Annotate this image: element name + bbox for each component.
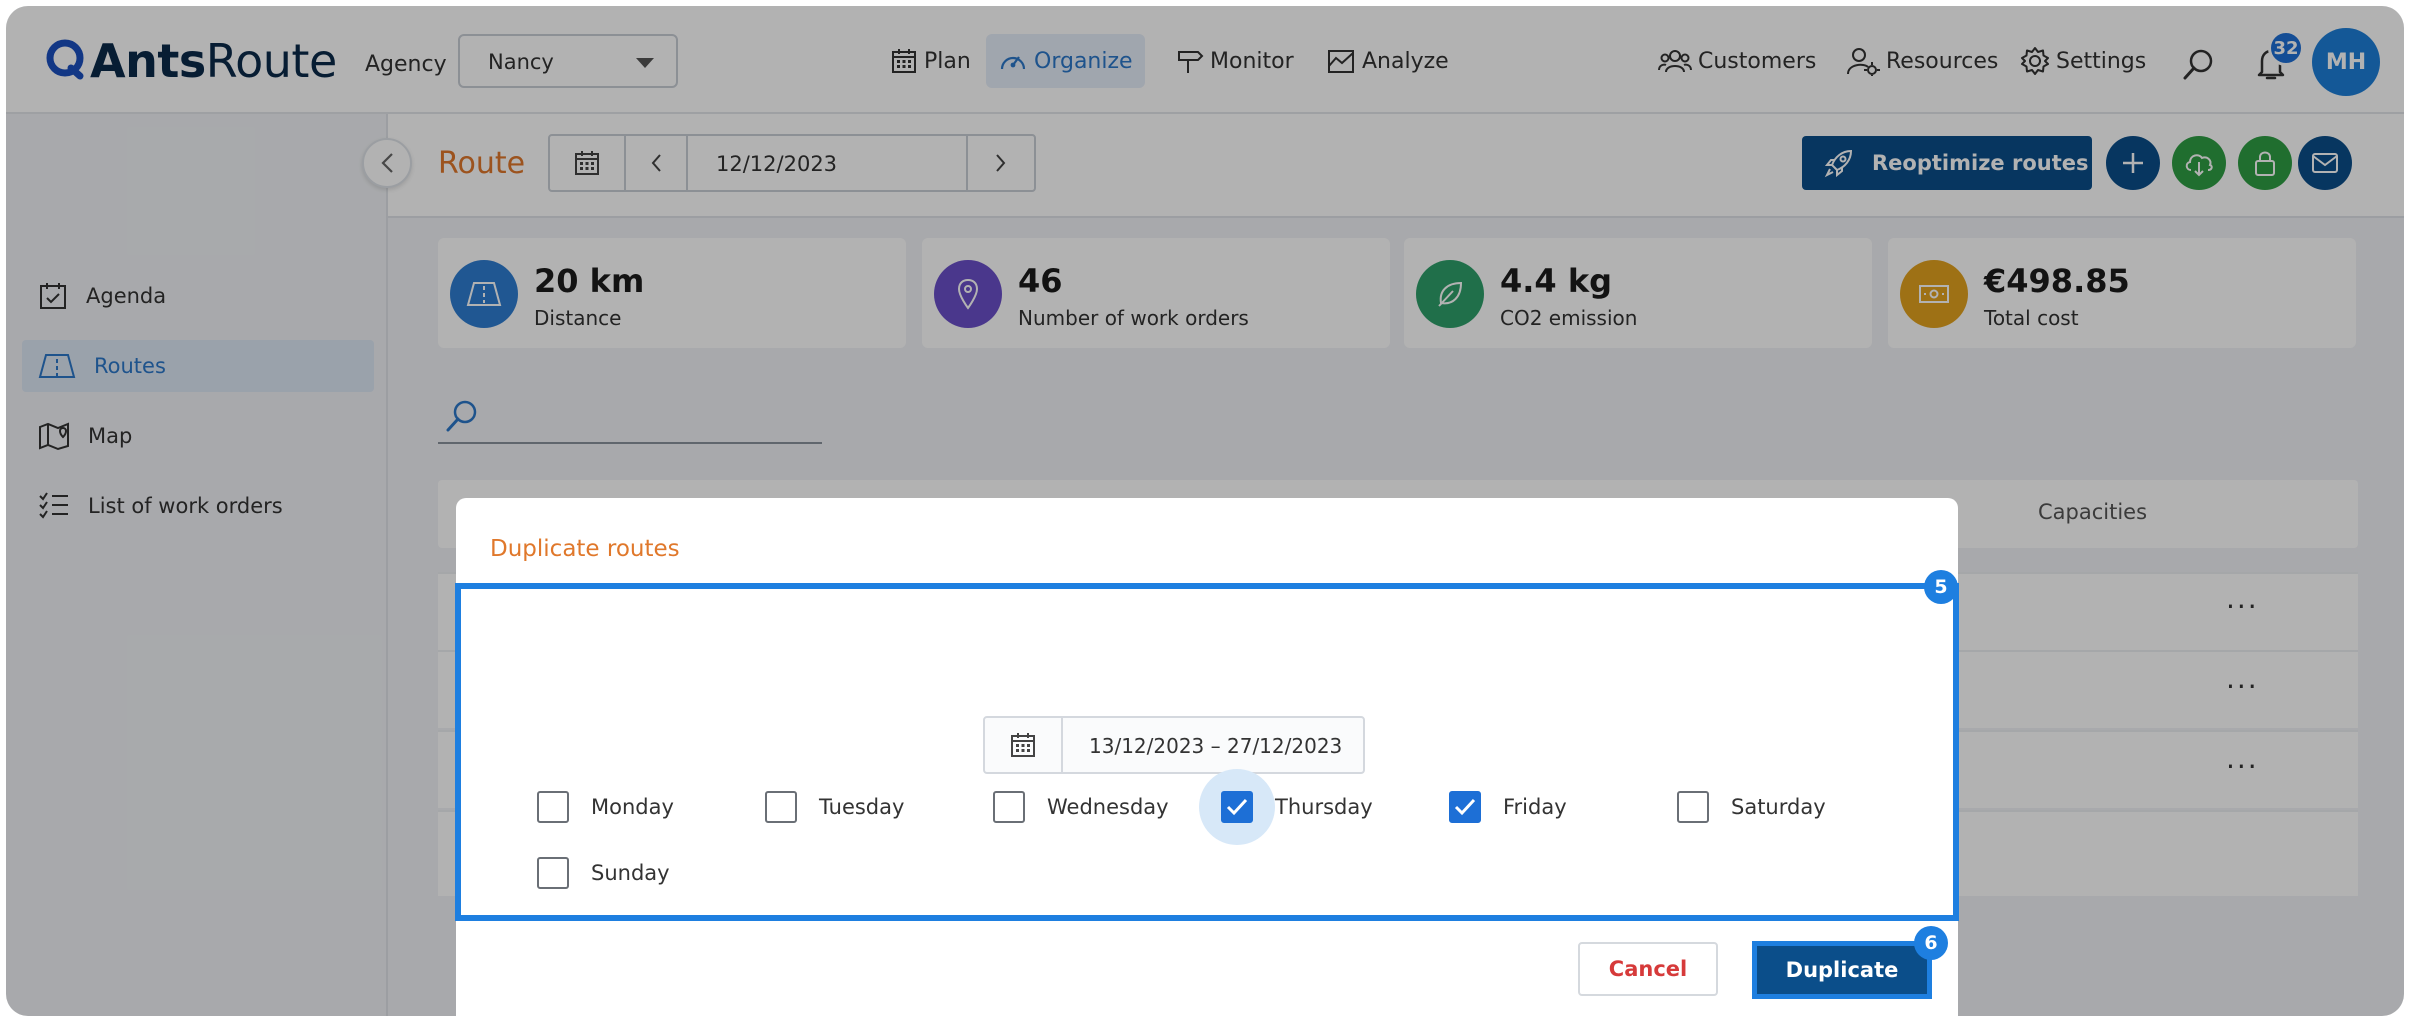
day-label: Friday bbox=[1503, 795, 1567, 819]
step-badge-5: 5 bbox=[1924, 570, 1958, 604]
checkbox[interactable] bbox=[1449, 791, 1481, 823]
day-checkbox-monday[interactable]: Monday bbox=[537, 785, 674, 829]
checkbox[interactable] bbox=[537, 791, 569, 823]
step-badge-6: 6 bbox=[1914, 926, 1948, 960]
duplicate-button-highlight: Duplicate bbox=[1752, 941, 1932, 999]
checkbox[interactable] bbox=[1221, 791, 1253, 823]
check-icon bbox=[1226, 798, 1248, 816]
day-checkbox-thursday[interactable]: Thursday bbox=[1199, 769, 1373, 845]
day-checkbox-tuesday[interactable]: Tuesday bbox=[765, 785, 904, 829]
duplicate-button[interactable]: Duplicate bbox=[1757, 946, 1927, 994]
dialog-title: Duplicate routes bbox=[490, 536, 680, 562]
day-checkbox-sunday[interactable]: Sunday bbox=[537, 851, 670, 895]
day-checkbox-wednesday[interactable]: Wednesday bbox=[993, 785, 1169, 829]
check-icon bbox=[1454, 798, 1476, 816]
day-checkbox-saturday[interactable]: Saturday bbox=[1677, 785, 1826, 829]
duplicate-options-panel: 13/12/2023 – 27/12/2023 Monday Tuesday W… bbox=[455, 583, 1959, 921]
duplicate-routes-dialog: Duplicate routes 13/12/2023 – 27/12/2023… bbox=[455, 498, 1959, 1016]
checkbox[interactable] bbox=[993, 791, 1025, 823]
day-label: Tuesday bbox=[819, 795, 905, 819]
day-checkbox-friday[interactable]: Friday bbox=[1449, 785, 1567, 829]
checkbox[interactable] bbox=[1677, 791, 1709, 823]
checkbox[interactable] bbox=[537, 857, 569, 889]
checkbox[interactable] bbox=[765, 791, 797, 823]
day-label: Thursday bbox=[1275, 795, 1373, 819]
date-range-field[interactable]: 13/12/2023 – 27/12/2023 bbox=[983, 716, 1365, 774]
day-label: Sunday bbox=[591, 861, 670, 885]
cancel-button[interactable]: Cancel bbox=[1578, 942, 1718, 996]
calendar-icon[interactable] bbox=[985, 718, 1063, 772]
date-range-value: 13/12/2023 – 27/12/2023 bbox=[1089, 734, 1343, 758]
day-label: Saturday bbox=[1731, 795, 1826, 819]
day-label: Wednesday bbox=[1047, 795, 1169, 819]
day-label: Monday bbox=[591, 795, 674, 819]
